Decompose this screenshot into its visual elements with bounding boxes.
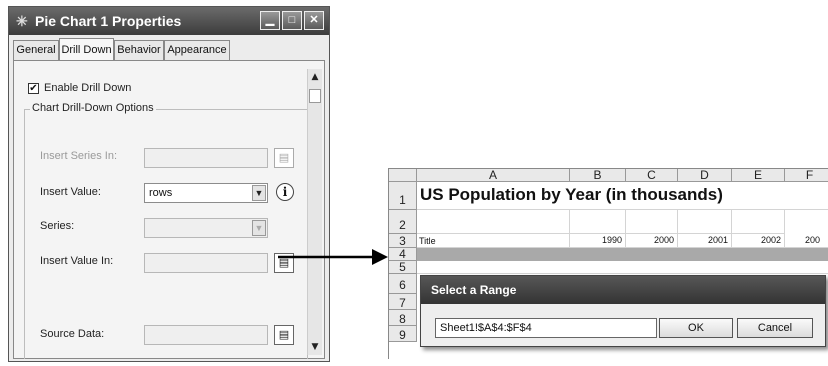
scroll-down-icon[interactable]: ▼ — [308, 339, 322, 355]
properties-titlebar[interactable]: ✳ Pie Chart 1 Properties ▁ □ ✕ — [9, 7, 329, 35]
range-dialog-title[interactable]: Select a Range — [421, 276, 825, 304]
column-header-c[interactable]: C — [626, 169, 678, 182]
cell-f3[interactable]: 200 — [785, 234, 828, 248]
row-header-5[interactable]: 5 — [389, 261, 417, 274]
column-header-a[interactable]: A — [417, 169, 570, 182]
cell-a2[interactable] — [417, 210, 570, 234]
row-header-9[interactable]: 9 — [389, 326, 417, 342]
dropdown-arrow-icon[interactable]: ▼ — [252, 220, 266, 236]
cell-e3[interactable]: 2002 — [732, 234, 785, 248]
select-range-dialog: Select a Range Sheet1!$A$4:$F$4 OK Cance… — [420, 275, 826, 347]
row-header-7[interactable]: 7 — [389, 294, 417, 310]
insert-value-select[interactable]: rows ▼ — [144, 183, 268, 203]
selected-row-4[interactable] — [417, 248, 828, 261]
drill-down-panel: ✔ Enable Drill Down Chart Drill-Down Opt… — [13, 60, 325, 359]
insert-series-in-field[interactable] — [144, 148, 268, 168]
close-icon: ✕ — [309, 14, 319, 26]
range-input[interactable]: Sheet1!$A$4:$F$4 — [435, 318, 657, 338]
tab-behavior[interactable]: Behavior — [114, 40, 164, 60]
close-button[interactable]: ✕ — [304, 11, 324, 30]
window-title: Pie Chart 1 Properties — [35, 13, 182, 29]
row-header-3[interactable]: 3 — [389, 234, 417, 248]
column-header-f[interactable]: F — [785, 169, 828, 182]
minimize-button[interactable]: ▁ — [260, 11, 280, 30]
range-picker-icon: ▤ — [278, 151, 290, 164]
info-icon[interactable]: i — [276, 183, 294, 201]
maximize-icon: □ — [288, 14, 296, 26]
cell-e2[interactable] — [732, 210, 785, 234]
insert-value-selected: rows — [149, 187, 173, 199]
column-header-e[interactable]: E — [732, 169, 785, 182]
cell-b2[interactable] — [570, 210, 626, 234]
corner-cell[interactable] — [389, 169, 417, 182]
source-data-field[interactable] — [144, 325, 268, 345]
row-header-6[interactable]: 6 — [389, 274, 417, 294]
range-picker-icon: ▤ — [278, 256, 290, 269]
series-select[interactable]: ▼ — [144, 218, 268, 238]
tab-appearance[interactable]: Appearance — [164, 40, 230, 60]
row-5-cells[interactable] — [417, 261, 828, 274]
cell-d3[interactable]: 2001 — [678, 234, 732, 248]
insert-series-in-picker-button[interactable]: ▤ — [274, 148, 294, 168]
scroll-up-icon[interactable]: ▲ — [308, 69, 322, 85]
cancel-button[interactable]: Cancel — [737, 318, 813, 338]
maximize-button[interactable]: □ — [282, 11, 302, 30]
insert-value-in-label: Insert Value In: — [40, 255, 114, 267]
insert-value-label: Insert Value: — [40, 186, 101, 198]
enable-drill-down-label: Enable Drill Down — [44, 82, 132, 94]
cell-c3[interactable]: 2000 — [626, 234, 678, 248]
group-title: Chart Drill-Down Options — [30, 102, 156, 114]
insert-value-in-field[interactable] — [144, 253, 268, 273]
enable-drill-down-checkbox[interactable]: ✔ — [28, 83, 39, 94]
column-header-b[interactable]: B — [570, 169, 626, 182]
cell-b3[interactable]: 1990 — [570, 234, 626, 248]
row-header-2[interactable]: 2 — [389, 210, 417, 234]
row-header-8[interactable]: 8 — [389, 310, 417, 326]
range-picker-icon: ▤ — [278, 328, 290, 341]
source-data-picker-button[interactable]: ▤ — [274, 325, 294, 345]
insert-series-in-label: Insert Series In: — [40, 150, 118, 162]
vertical-scrollbar[interactable]: ▲ ▼ — [307, 69, 322, 355]
column-header-d[interactable]: D — [678, 169, 732, 182]
dropdown-arrow-icon[interactable]: ▼ — [252, 185, 266, 201]
scroll-thumb[interactable] — [309, 89, 321, 103]
insert-value-in-picker-button[interactable]: ▤ — [274, 253, 294, 273]
series-label: Series: — [40, 220, 75, 232]
properties-window: ✳ Pie Chart 1 Properties ▁ □ ✕ General D… — [8, 6, 330, 362]
app-icon: ✳ — [16, 13, 28, 29]
minimize-icon: ▁ — [265, 14, 275, 26]
cell-c2[interactable] — [626, 210, 678, 234]
row-header-1[interactable]: 1 — [389, 182, 417, 210]
source-data-label: Source Data: — [40, 328, 105, 340]
tab-drill-down[interactable]: Drill Down — [59, 38, 114, 60]
tab-general[interactable]: General — [13, 40, 59, 60]
cell-d2[interactable] — [678, 210, 732, 234]
ok-button[interactable]: OK — [659, 318, 733, 338]
cell-a3[interactable]: Title — [417, 234, 570, 248]
sheet-title[interactable]: US Population by Year (in thousands) — [420, 185, 723, 205]
